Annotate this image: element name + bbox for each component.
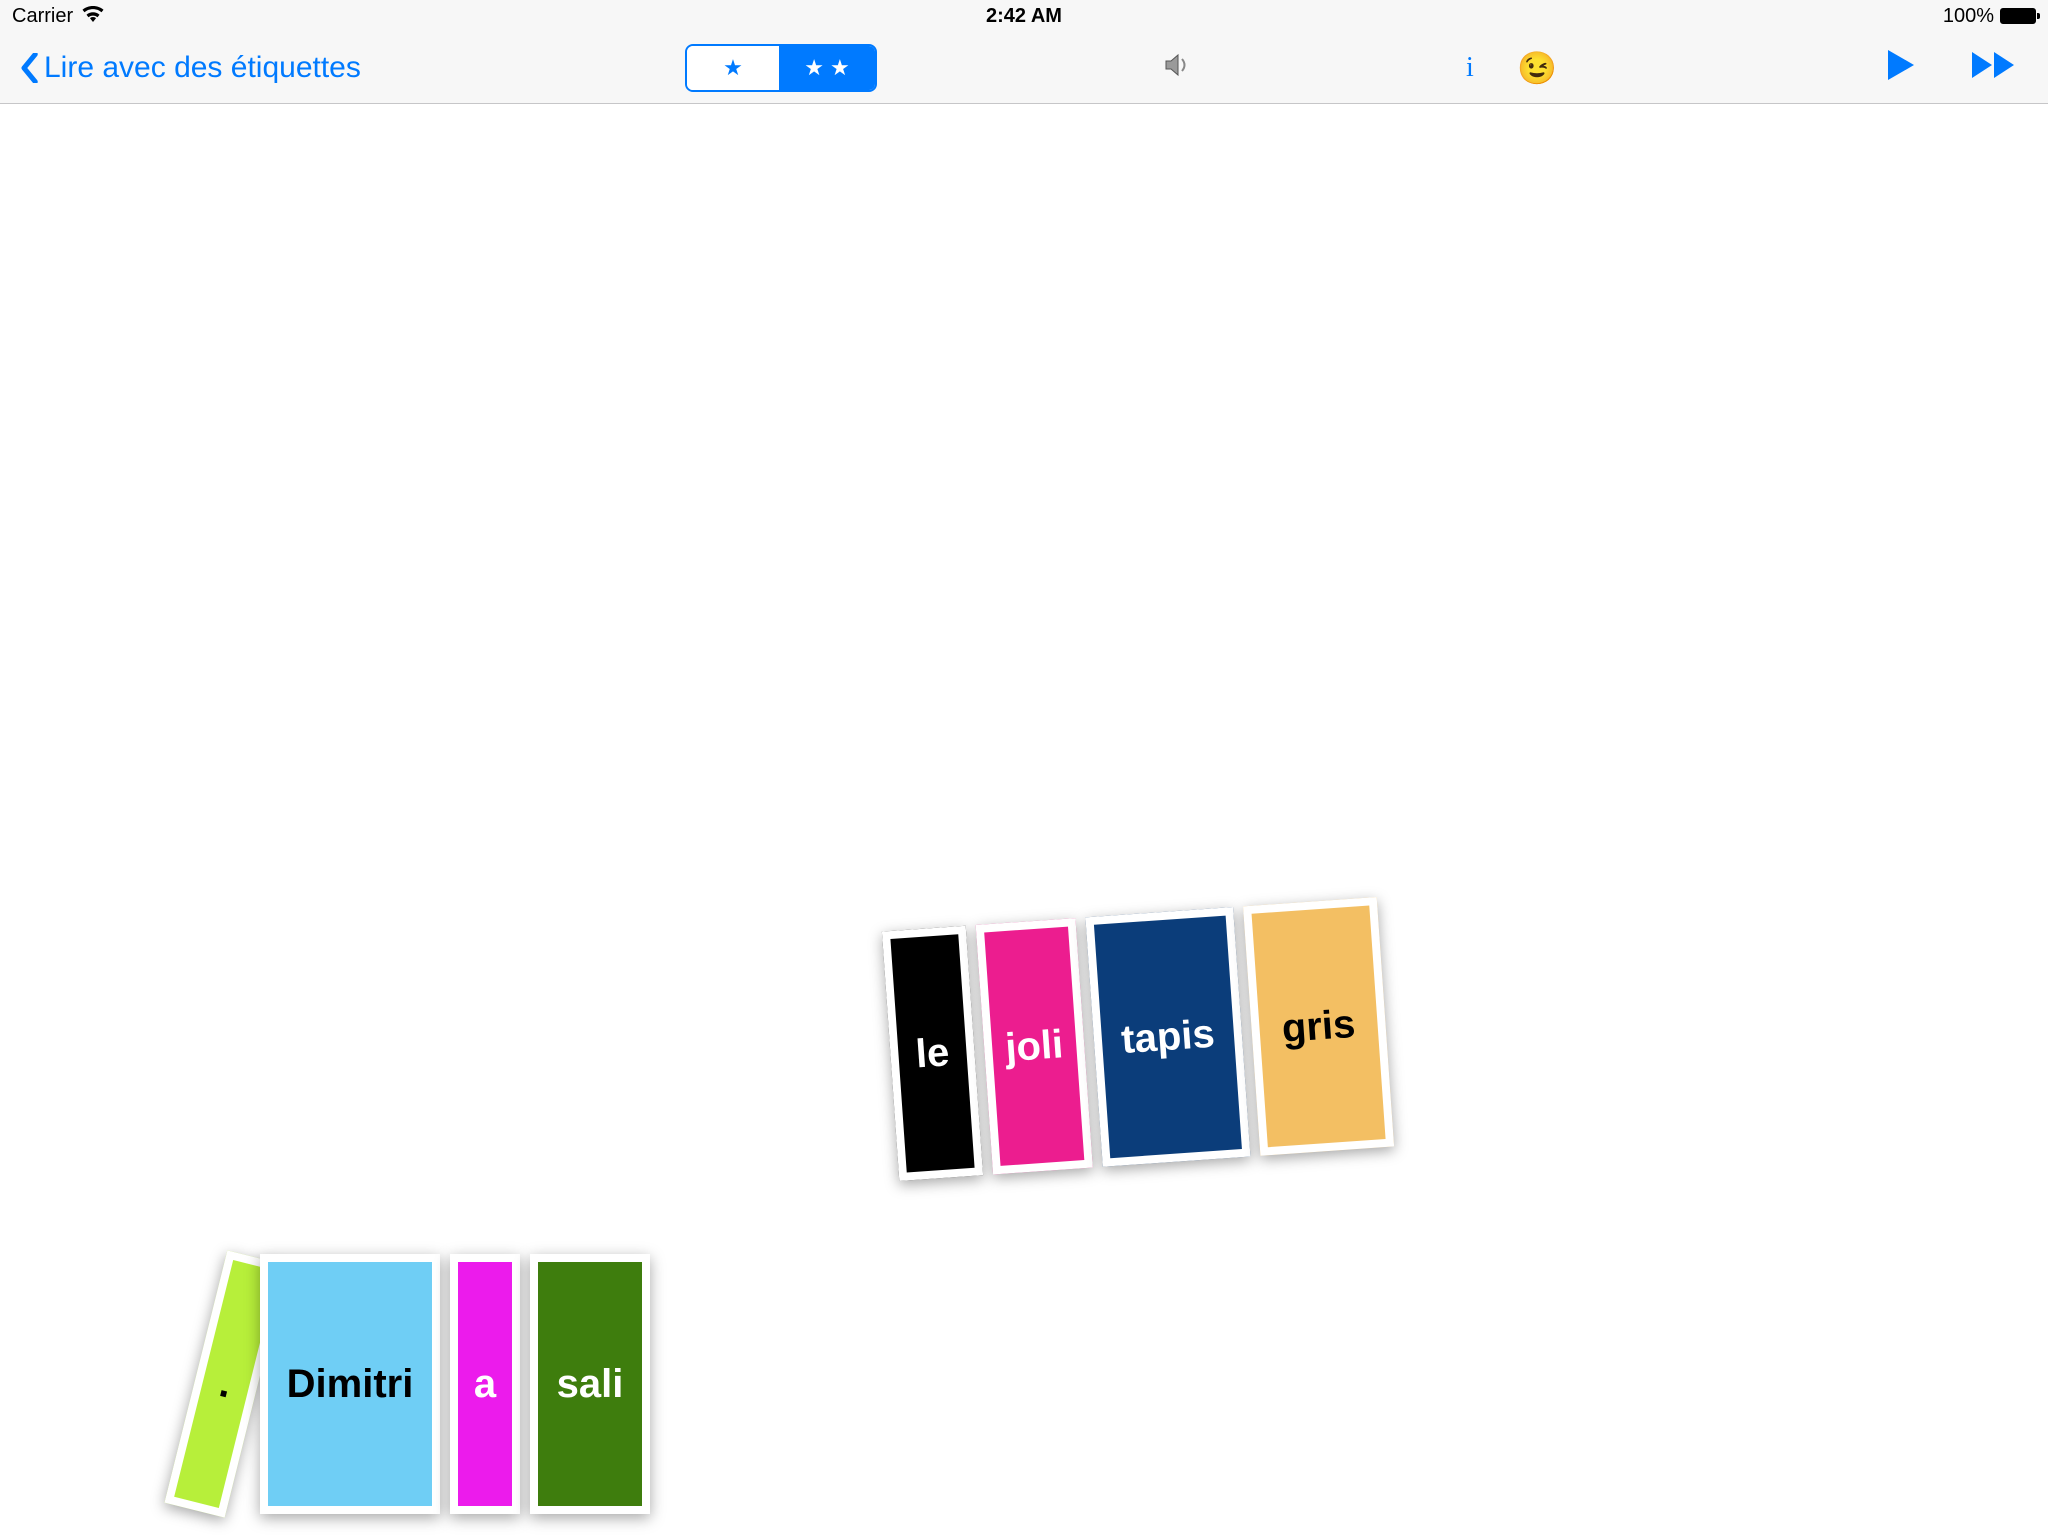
wink-emoji-icon: 😉 — [1517, 50, 1557, 86]
word-tile-tapis[interactable]: tapis — [1085, 907, 1250, 1167]
speaker-icon — [1162, 67, 1192, 84]
info-button[interactable]: i — [1466, 52, 1474, 84]
fast-forward-icon — [1970, 47, 2022, 88]
word-tile-gris[interactable]: gris — [1243, 897, 1394, 1156]
word-tile-sali[interactable]: sali — [530, 1254, 650, 1514]
word-tile-a[interactable]: a — [450, 1254, 520, 1514]
status-bar: Carrier 2:42 AM 100% — [0, 0, 2048, 32]
fast-forward-button[interactable] — [1970, 47, 2022, 88]
info-icon: i — [1466, 52, 1474, 83]
battery-pct: 100% — [1943, 5, 1994, 28]
word-tile-dimitri[interactable]: Dimitri — [260, 1254, 440, 1514]
word-tile-le[interactable]: le — [882, 926, 983, 1181]
carrier-label: Carrier — [12, 5, 73, 28]
back-button[interactable]: Lire avec des étiquettes — [20, 51, 361, 85]
word-tile-joli[interactable]: joli — [976, 918, 1093, 1174]
word-group-a[interactable]: le joli tapis gris — [882, 897, 1394, 1181]
status-left: Carrier — [12, 4, 105, 28]
segment-one-star[interactable]: ★ — [687, 46, 779, 90]
activity-canvas[interactable]: le joli tapis gris . Dimitri a sali — [0, 104, 2048, 1536]
segment-two-star[interactable]: ★ ★ — [779, 46, 875, 90]
nav-bar: Lire avec des étiquettes ★ ★ ★ i 😉 — [0, 32, 2048, 104]
word-group-b[interactable]: Dimitri a sali — [260, 1254, 650, 1514]
play-icon — [1882, 47, 1918, 88]
emoji-button[interactable]: 😉 — [1517, 49, 1557, 87]
back-label: Lire avec des étiquettes — [44, 51, 361, 85]
difficulty-segmented-control[interactable]: ★ ★ ★ — [685, 44, 877, 92]
play-button[interactable] — [1882, 47, 1918, 88]
speaker-button[interactable] — [1162, 50, 1192, 85]
battery-icon — [2000, 8, 2036, 24]
clock: 2:42 AM — [986, 5, 1062, 28]
status-right: 100% — [1943, 5, 2036, 28]
chevron-left-icon — [20, 53, 38, 83]
wifi-icon — [81, 4, 105, 28]
